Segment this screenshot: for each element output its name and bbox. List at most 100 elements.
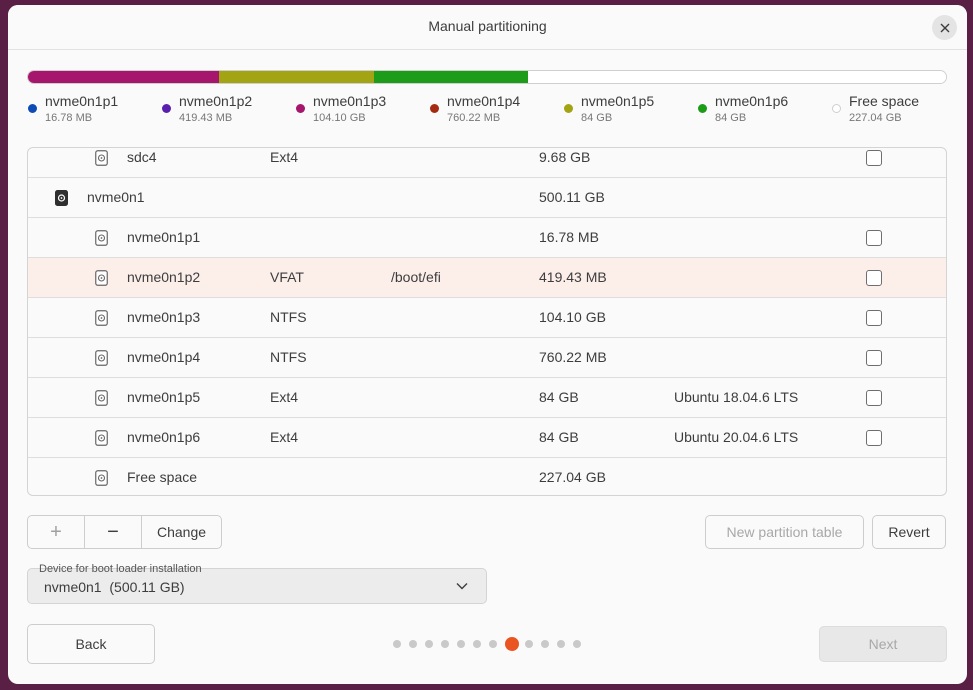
usage-segment [528, 71, 946, 83]
partition-name: sdc4 [127, 149, 157, 165]
partition-size: 227.04 GB [539, 469, 606, 485]
format-checkbox[interactable] [866, 230, 882, 246]
partition-icon [95, 390, 108, 406]
partition-type: NTFS [270, 309, 307, 325]
partition-name: nvme0n1p3 [127, 309, 201, 325]
step-dot [573, 640, 581, 648]
format-checkbox[interactable] [866, 350, 882, 366]
partition-action-buttons: + − Change [27, 515, 222, 549]
partition-system: Ubuntu 18.04.6 LTS [674, 389, 799, 405]
step-dot-current [505, 637, 519, 651]
usage-segment [374, 71, 529, 83]
partition-row[interactable]: nvme0n1p6 Ext4 84 GB Ubuntu 20.04.6 LTS [28, 418, 946, 458]
legend-name: nvme0n1p5 [581, 93, 655, 109]
back-button[interactable]: Back [27, 624, 155, 664]
partition-icon [95, 470, 108, 486]
legend-size: 419.43 MB [179, 112, 233, 124]
installer-window: Manual partitioning nvme0n1p1 16.78 MB nvm… [8, 5, 967, 684]
legend-name: nvme0n1p1 [45, 93, 119, 109]
boot-loader-device-label: Device for boot loader installation [39, 563, 202, 575]
legend-name: nvme0n1p6 [715, 93, 789, 109]
partition-name: nvme0n1p5 [127, 389, 201, 405]
partition-icon [95, 270, 108, 286]
remove-partition-button[interactable]: − [85, 516, 142, 548]
partition-row[interactable]: sdc4 Ext4 9.68 GB [28, 148, 946, 178]
partition-type: Ext4 [270, 389, 299, 405]
disk-row[interactable]: nvme0n1 500.11 GB [28, 178, 946, 218]
partition-row[interactable]: Free space 227.04 GB [28, 458, 946, 495]
legend-name: nvme0n1p4 [447, 93, 521, 109]
revert-button[interactable]: Revert [872, 515, 946, 549]
legend-color-dot [564, 104, 573, 113]
legend-size: 760.22 MB [447, 112, 501, 124]
next-button[interactable]: Next [819, 626, 947, 662]
partition-name: nvme0n1p1 [127, 229, 201, 245]
partition-size: 104.10 GB [539, 309, 606, 325]
partition-table: sdc4 Ext4 9.68 GB nvme0n1 500.11 GB nvme0n1p1… [27, 147, 947, 496]
partition-size: 500.11 GB [539, 189, 605, 205]
legend-size: 84 GB [581, 112, 613, 124]
legend-name: nvme0n1p3 [313, 93, 387, 109]
partition-mount-point: /boot/efi [391, 269, 441, 285]
partition-icon [95, 230, 108, 246]
step-dot [473, 640, 481, 648]
disk-drive-icon [55, 190, 68, 206]
legend-size: 16.78 MB [45, 112, 93, 124]
legend-color-dot [430, 104, 439, 113]
format-checkbox[interactable] [866, 310, 882, 326]
partition-name: nvme0n1p2 [127, 269, 201, 285]
partition-row[interactable]: nvme0n1p2 VFAT/boot/efi 419.43 MB [28, 258, 946, 298]
legend-size: 104.10 GB [313, 112, 366, 124]
step-dot [525, 640, 533, 648]
format-checkbox[interactable] [866, 150, 882, 166]
close-icon [940, 23, 949, 32]
partition-name: nvme0n1 [87, 189, 145, 205]
partition-system: Ubuntu 20.04.6 LTS [674, 429, 799, 445]
partition-icon [95, 430, 108, 446]
legend-name: Free space [849, 93, 920, 109]
legend-color-dot [698, 104, 707, 113]
chevron-down-icon [456, 583, 468, 590]
close-button[interactable] [932, 15, 957, 40]
usage-segment [218, 71, 375, 83]
step-dot [409, 640, 417, 648]
partition-type: Ext4 [270, 149, 299, 165]
legend-color-dot [296, 104, 305, 113]
partition-row[interactable]: nvme0n1p5 Ext4 84 GB Ubuntu 18.04.6 LTS [28, 378, 946, 418]
step-dot [425, 640, 433, 648]
disk-usage-bar [27, 70, 947, 84]
step-dot [489, 640, 497, 648]
partition-type: Ext4 [270, 429, 299, 445]
partition-icon [95, 310, 108, 326]
legend-color-dot [28, 104, 37, 113]
format-checkbox[interactable] [866, 390, 882, 406]
change-partition-button[interactable]: Change [142, 516, 221, 548]
partition-icon [95, 350, 108, 366]
boot-loader-device-value: nvme0n1 (500.11 GB) [44, 579, 185, 595]
usage-segment [28, 71, 219, 83]
step-dot [557, 640, 565, 648]
partition-type: NTFS [270, 349, 307, 365]
partition-name: nvme0n1p4 [127, 349, 201, 365]
partition-row[interactable]: nvme0n1p1 16.78 MB [28, 218, 946, 258]
partition-size: 84 GB [539, 429, 579, 445]
format-checkbox[interactable] [866, 270, 882, 286]
partition-size: 760.22 MB [539, 349, 607, 365]
partition-name: nvme0n1p6 [127, 429, 201, 445]
legend-name: nvme0n1p2 [179, 93, 253, 109]
format-checkbox[interactable] [866, 430, 882, 446]
step-dot [541, 640, 549, 648]
legend-size: 227.04 GB [849, 112, 902, 124]
add-partition-button[interactable]: + [28, 516, 85, 548]
partition-size: 419.43 MB [539, 269, 607, 285]
title-bar: Manual partitioning [8, 5, 967, 50]
new-partition-table-button[interactable]: New partition table [705, 515, 864, 549]
legend-color-dot [832, 104, 841, 113]
legend-color-dot [162, 104, 171, 113]
partition-row[interactable]: nvme0n1p4 NTFS 760.22 MB [28, 338, 946, 378]
partition-icon [95, 150, 108, 166]
step-dot [457, 640, 465, 648]
partition-row[interactable]: nvme0n1p3 NTFS 104.10 GB [28, 298, 946, 338]
partition-name: Free space [127, 469, 198, 485]
partition-size: 84 GB [539, 389, 579, 405]
